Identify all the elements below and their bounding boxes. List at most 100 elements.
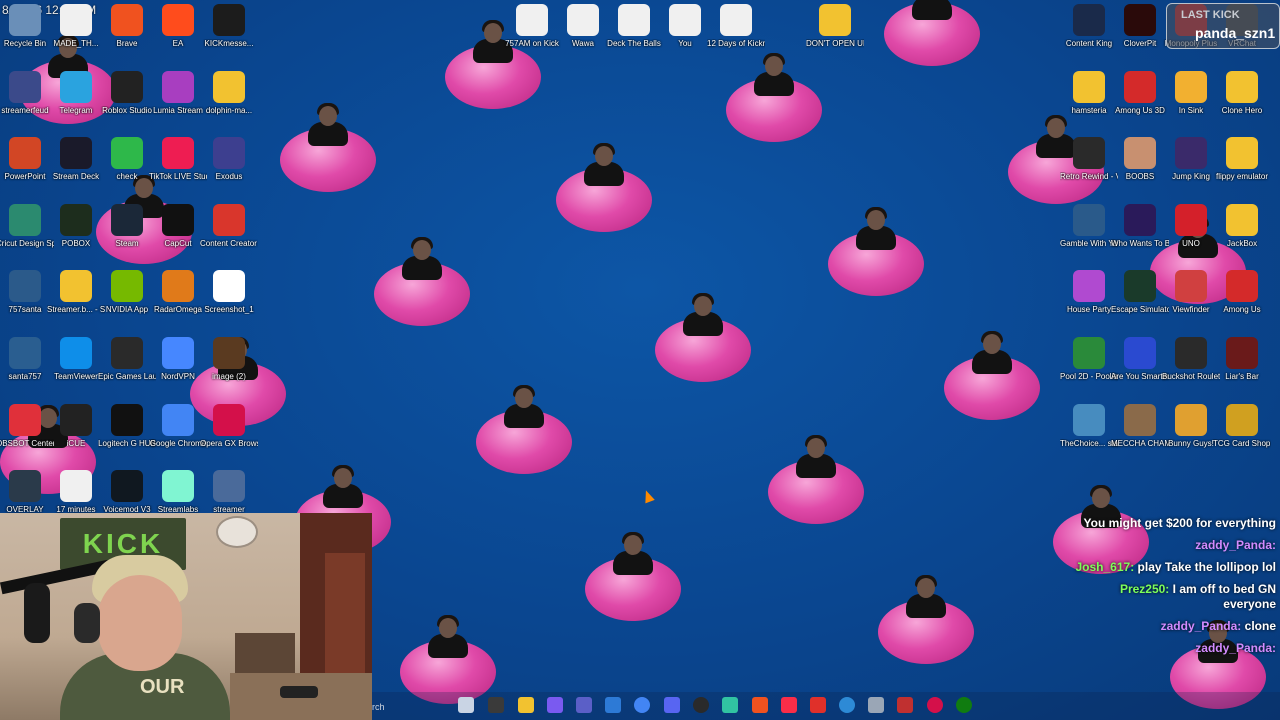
gamble-icon bbox=[1073, 203, 1105, 236]
desktop-icon[interactable]: Pool 2D - Poolians bbox=[1060, 337, 1118, 399]
desktop-icon[interactable]: RadarOmega bbox=[149, 270, 207, 332]
desktop-icon[interactable]: KICKmesse... bbox=[200, 4, 258, 66]
help-icon[interactable] bbox=[839, 697, 855, 713]
taskbar-search[interactable]: rch bbox=[372, 698, 442, 716]
desktop-icon[interactable]: Wawa bbox=[554, 4, 612, 66]
desktop-icon[interactable]: Exodus bbox=[200, 137, 258, 199]
desktop-icon[interactable]: OBSBOT Center bbox=[0, 403, 54, 466]
app-icon[interactable] bbox=[897, 697, 913, 713]
content-king-icon bbox=[1073, 4, 1105, 36]
stream-deck-icon bbox=[60, 137, 92, 170]
desktop-icon[interactable]: BOOBS bbox=[1111, 137, 1169, 199]
exodus-icon bbox=[213, 137, 245, 170]
discord-icon[interactable] bbox=[664, 697, 680, 713]
desktop-icon[interactable]: hamsteria bbox=[1060, 70, 1118, 133]
copilot-icon[interactable] bbox=[547, 697, 563, 713]
desktop-icon[interactable]: image (2) bbox=[200, 337, 258, 399]
desktop-icon[interactable]: NVIDIA App bbox=[98, 270, 156, 332]
desktop-icon[interactable]: You bbox=[656, 4, 714, 66]
desktop-icon[interactable]: Are You Smarter th... bbox=[1111, 337, 1169, 399]
desktop-icon[interactable]: Epic Games Launcher bbox=[98, 337, 156, 399]
desktop-icon[interactable]: Bunny Guys! bbox=[1162, 403, 1220, 466]
store-icon[interactable] bbox=[605, 697, 621, 713]
desktop-icon-label: Streamer.b... - Shortcut bbox=[47, 305, 105, 315]
desktop-icon[interactable]: PowerPoint bbox=[0, 137, 54, 199]
desktop-icon[interactable]: Content King bbox=[1060, 4, 1118, 66]
desktop-icon-label: Brave bbox=[116, 39, 138, 48]
desktop-icon[interactable]: Stream Deck bbox=[47, 137, 105, 199]
desktop-icon[interactable]: Roblox Studio bbox=[98, 70, 156, 133]
desktop-icon[interactable]: Screenshot_1 bbox=[200, 270, 258, 332]
desktop-icon[interactable]: Viewfinder bbox=[1162, 270, 1220, 332]
desktop-icon[interactable]: TCG Card Shop Si... bbox=[1213, 403, 1271, 466]
app-red-icon[interactable] bbox=[810, 697, 826, 713]
desktop-icon[interactable]: Deck The Balls bbox=[605, 4, 663, 66]
desktop-icon[interactable]: 12 Days of Kickmas bbox=[707, 4, 765, 66]
desktop-icon[interactable]: TeamViewer bbox=[47, 337, 105, 399]
desktop-icon[interactable]: TikTok LIVE Studio bbox=[149, 137, 207, 199]
desktop-icon[interactable]: check bbox=[98, 137, 156, 199]
desktop-icon-label: JackBox bbox=[1226, 238, 1258, 248]
desktop-icon[interactable]: UNO bbox=[1162, 203, 1220, 266]
desktop-icon[interactable]: Among Us 3D bbox=[1111, 70, 1169, 133]
terminal-icon[interactable] bbox=[488, 697, 504, 713]
opera-taskbar-icon[interactable] bbox=[927, 697, 943, 713]
desktop-icon[interactable]: Opera GX Browser bbox=[200, 403, 258, 466]
desktop-icon[interactable]: Clone Hero bbox=[1213, 70, 1271, 133]
file-explorer-icon[interactable] bbox=[518, 697, 534, 713]
desktop-icon[interactable]: Google Chrome bbox=[149, 403, 207, 466]
desktop-icon[interactable]: MADE_TH... bbox=[47, 4, 105, 66]
desktop-icon[interactable]: POBOX bbox=[47, 203, 105, 266]
desktop-icon[interactable]: Who Wants To Be A ... bbox=[1111, 203, 1169, 266]
chrome-taskbar-icon[interactable] bbox=[634, 697, 650, 713]
desktop-icon[interactable]: Recycle Bin bbox=[0, 4, 54, 66]
brave-taskbar-icon[interactable] bbox=[752, 697, 768, 713]
desktop-icon[interactable]: JackBox bbox=[1213, 203, 1271, 266]
desktop-icon[interactable]: Logitech G HUB bbox=[98, 403, 156, 466]
desktop-icon[interactable]: flippy emulator bbox=[1213, 137, 1271, 199]
desktop-icon[interactable]: TheChoice... stable bbox=[1060, 403, 1118, 466]
task-view-icon[interactable] bbox=[458, 697, 474, 713]
desktop-icon[interactable]: CloverPit bbox=[1111, 4, 1169, 66]
desktop-icon[interactable]: DON'T OPEN UNTIL 2026 bbox=[806, 4, 864, 66]
santa757-icon bbox=[9, 337, 41, 369]
desktop-icon[interactable]: CapCut bbox=[149, 203, 207, 266]
desktop-icon[interactable]: streamerfeud bbox=[0, 70, 54, 133]
teams-icon[interactable] bbox=[576, 697, 592, 713]
desktop-icon[interactable]: 757santa bbox=[0, 270, 54, 332]
person-on-ball bbox=[854, 207, 898, 250]
desktop-icon[interactable]: Content Creator A... bbox=[200, 203, 258, 266]
music-icon[interactable] bbox=[781, 697, 797, 713]
lumia-stream-icon bbox=[162, 70, 194, 103]
logitech-icon bbox=[111, 403, 143, 436]
desktop-icon[interactable]: NordVPN bbox=[149, 337, 207, 399]
desktop-icon[interactable]: Streamer.b... - Shortcut bbox=[47, 270, 105, 332]
desktop-icon-label: Logitech G HUB bbox=[98, 438, 156, 448]
desktop-icon[interactable]: House Party bbox=[1060, 270, 1118, 332]
desktop-icon[interactable]: Among Us bbox=[1213, 270, 1271, 332]
desktop-icon[interactable]: Steam bbox=[98, 203, 156, 266]
desktop-icon[interactable]: MECCHA CHAMELEON bbox=[1111, 403, 1169, 466]
desktop-icon[interactable]: santa757 bbox=[0, 337, 54, 399]
desktop-icon[interactable]: 757AM on Kick bbox=[503, 4, 561, 66]
desktop-icon[interactable]: Telegram bbox=[47, 70, 105, 133]
box-icon[interactable] bbox=[868, 697, 884, 713]
desktop-icon[interactable]: dolphin-ma... bbox=[200, 70, 258, 133]
obs-icon[interactable] bbox=[693, 697, 709, 713]
desktop-icon[interactable]: Cricut Design Space bbox=[0, 203, 54, 266]
streamlabs-taskbar-icon[interactable] bbox=[722, 697, 738, 713]
desktop-icon[interactable]: Retro Rewind - Video Sto... bbox=[1060, 137, 1118, 199]
desktop-icon[interactable]: Lumia Stream bbox=[149, 70, 207, 133]
desktop-icon[interactable]: Gamble With Your Friends bbox=[1060, 203, 1118, 266]
desktop-icon[interactable]: In Sink bbox=[1162, 70, 1220, 133]
desktop-icon[interactable]: EA bbox=[149, 4, 207, 66]
overlay-file-icon bbox=[9, 470, 41, 503]
desktop-icon[interactable]: Escape Simulator 2 bbox=[1111, 270, 1169, 332]
cricut-icon bbox=[9, 203, 41, 236]
desktop-icon[interactable]: Brave bbox=[98, 4, 156, 66]
desktop-icon[interactable]: Jump King bbox=[1162, 137, 1220, 199]
desktop-icon[interactable]: Buckshot Roulette bbox=[1162, 337, 1220, 399]
xbox-icon[interactable] bbox=[956, 697, 972, 713]
desktop-icon[interactable]: Liar's Bar bbox=[1213, 337, 1271, 399]
desktop-icon[interactable]: iCUE bbox=[47, 403, 105, 466]
